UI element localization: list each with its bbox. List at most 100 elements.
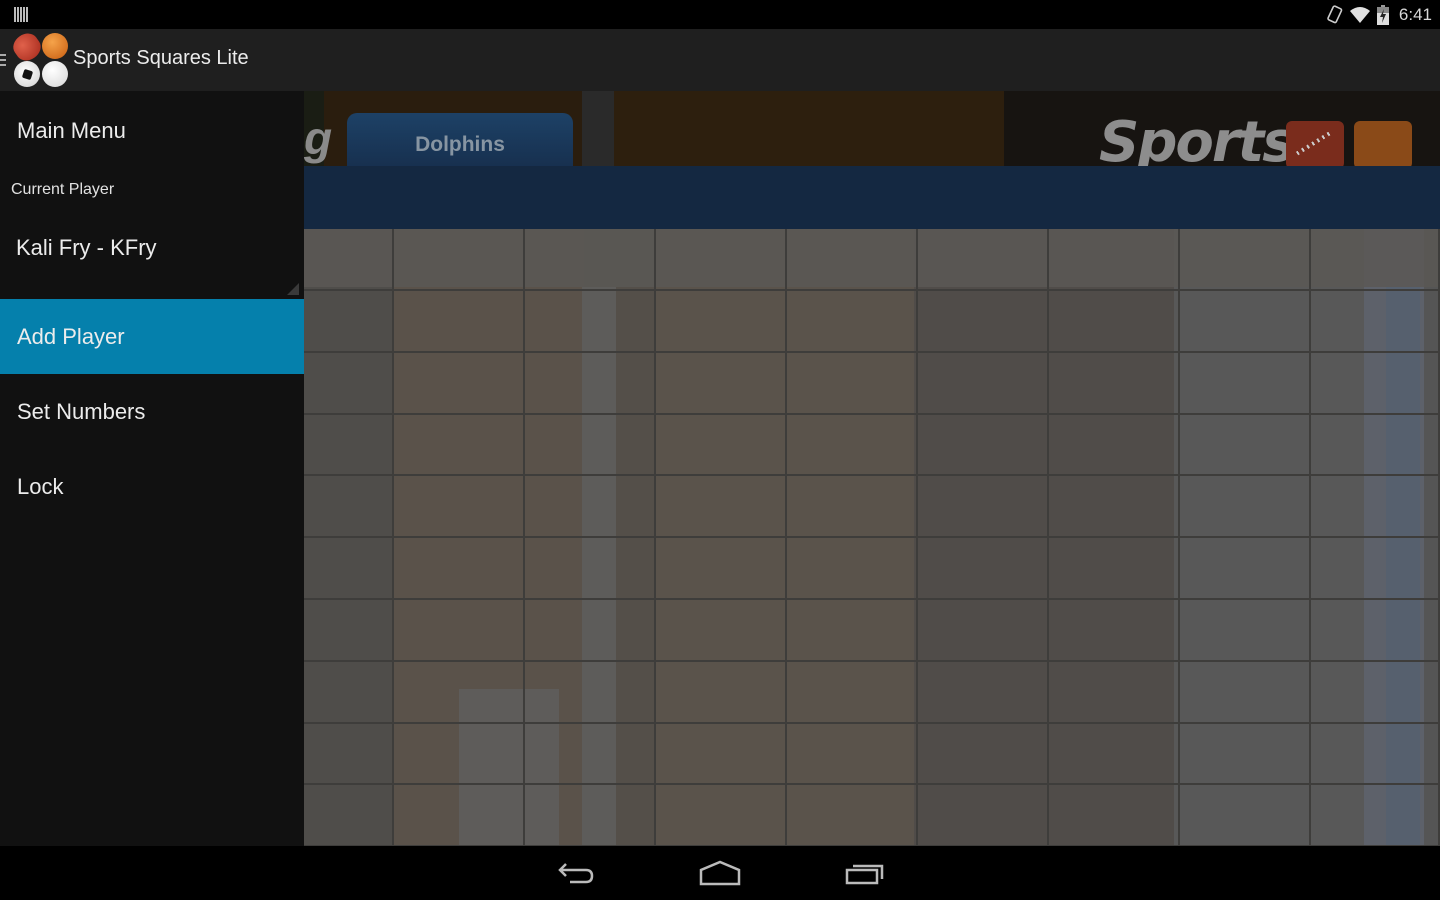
grid-square[interactable] — [787, 600, 918, 662]
grid-square[interactable] — [525, 476, 656, 538]
grid-square[interactable] — [1311, 538, 1440, 600]
grid-square[interactable] — [1311, 414, 1440, 476]
grid-square[interactable] — [1311, 291, 1440, 353]
grid-square[interactable] — [1049, 600, 1180, 662]
grid-header-cell[interactable] — [656, 229, 787, 291]
grid-header-cell[interactable] — [787, 229, 918, 291]
recents-button[interactable] — [835, 856, 895, 890]
grid-square[interactable] — [1180, 476, 1311, 538]
grid-square[interactable] — [656, 291, 787, 353]
grid-square[interactable] — [525, 785, 656, 846]
grid-square[interactable] — [1311, 476, 1440, 538]
grid-square[interactable] — [525, 414, 656, 476]
grid-square[interactable] — [394, 538, 525, 600]
grid-square[interactable] — [525, 600, 656, 662]
team-tab[interactable]: Dolphins — [347, 113, 573, 167]
drawer-item-lock[interactable]: Lock — [0, 449, 304, 524]
grid-square[interactable] — [656, 600, 787, 662]
grid-header-cell[interactable] — [525, 229, 656, 291]
grid-square[interactable] — [1311, 785, 1440, 846]
grid-square[interactable] — [394, 600, 525, 662]
grid-square[interactable] — [1311, 662, 1440, 724]
grid-square[interactable] — [1311, 600, 1440, 662]
grid-square[interactable] — [1311, 353, 1440, 415]
drawer-item-set-numbers[interactable]: Set Numbers — [0, 374, 304, 449]
grid-square[interactable] — [1180, 600, 1311, 662]
grid-square[interactable] — [787, 353, 918, 415]
sports-balls-logo-icon[interactable] — [8, 28, 70, 89]
grid-square[interactable] — [525, 538, 656, 600]
grid-square[interactable] — [1180, 353, 1311, 415]
grid-square[interactable] — [304, 353, 394, 415]
grid-square[interactable] — [656, 662, 787, 724]
grid-square[interactable] — [787, 785, 918, 846]
grid-square[interactable] — [1180, 785, 1311, 846]
grid-square[interactable] — [1049, 785, 1180, 846]
grid-square[interactable] — [1049, 353, 1180, 415]
grid-square[interactable] — [1049, 291, 1180, 353]
grid-square[interactable] — [304, 723, 394, 785]
drawer-indicator-icon[interactable] — [0, 54, 6, 66]
grid-square[interactable] — [525, 353, 656, 415]
grid-square[interactable] — [304, 538, 394, 600]
grid-square[interactable] — [787, 476, 918, 538]
grid-square[interactable] — [394, 785, 525, 846]
grid-square[interactable] — [304, 785, 394, 846]
grid-square[interactable] — [918, 414, 1049, 476]
grid-square[interactable] — [525, 723, 656, 785]
grid-square[interactable] — [787, 662, 918, 724]
grid-header-cell[interactable] — [304, 229, 394, 291]
grid-square[interactable] — [394, 476, 525, 538]
grid-square[interactable] — [918, 785, 1049, 846]
grid-square[interactable] — [1180, 538, 1311, 600]
grid-square[interactable] — [656, 785, 787, 846]
grid-header-cell[interactable] — [1049, 229, 1180, 291]
grid-square[interactable] — [394, 353, 525, 415]
grid-square[interactable] — [656, 353, 787, 415]
grid-square[interactable] — [918, 662, 1049, 724]
grid-square[interactable] — [1180, 291, 1311, 353]
grid-square[interactable] — [656, 723, 787, 785]
grid-square[interactable] — [787, 723, 918, 785]
grid-square[interactable] — [1049, 538, 1180, 600]
grid-square[interactable] — [1049, 414, 1180, 476]
grid-square[interactable] — [656, 538, 787, 600]
grid-square[interactable] — [525, 662, 656, 724]
grid-square[interactable] — [1049, 662, 1180, 724]
grid-header-cell[interactable] — [1180, 229, 1311, 291]
grid-square[interactable] — [1049, 476, 1180, 538]
grid-square[interactable] — [1311, 723, 1440, 785]
grid-square[interactable] — [918, 353, 1049, 415]
grid-square[interactable] — [394, 662, 525, 724]
grid-square[interactable] — [304, 291, 394, 353]
app-title[interactable]: Sports Squares Lite — [73, 47, 249, 70]
grid-square[interactable] — [656, 476, 787, 538]
home-button[interactable] — [690, 856, 750, 890]
grid-square[interactable] — [1180, 723, 1311, 785]
grid-square[interactable] — [918, 538, 1049, 600]
grid-square[interactable] — [787, 538, 918, 600]
grid-square[interactable] — [918, 600, 1049, 662]
grid-square[interactable] — [304, 600, 394, 662]
grid-square[interactable] — [394, 723, 525, 785]
grid-header-cell[interactable] — [918, 229, 1049, 291]
grid-square[interactable] — [787, 291, 918, 353]
grid-square[interactable] — [304, 662, 394, 724]
grid-square[interactable] — [918, 723, 1049, 785]
grid-header-cell[interactable] — [1311, 229, 1440, 291]
grid-square[interactable] — [787, 414, 918, 476]
grid-square[interactable] — [1180, 414, 1311, 476]
back-button[interactable] — [546, 856, 606, 890]
grid-square[interactable] — [394, 414, 525, 476]
grid-square[interactable] — [525, 291, 656, 353]
grid-square[interactable] — [918, 291, 1049, 353]
grid-square[interactable] — [656, 414, 787, 476]
current-player-spinner[interactable]: Kali Fry - KFry — [0, 213, 302, 297]
grid-square[interactable] — [1049, 723, 1180, 785]
drawer-item-add-player[interactable]: Add Player — [0, 299, 304, 374]
grid-square[interactable] — [394, 291, 525, 353]
grid-square[interactable] — [1180, 662, 1311, 724]
grid-square[interactable] — [918, 476, 1049, 538]
grid-square[interactable] — [304, 476, 394, 538]
grid-square[interactable] — [304, 414, 394, 476]
